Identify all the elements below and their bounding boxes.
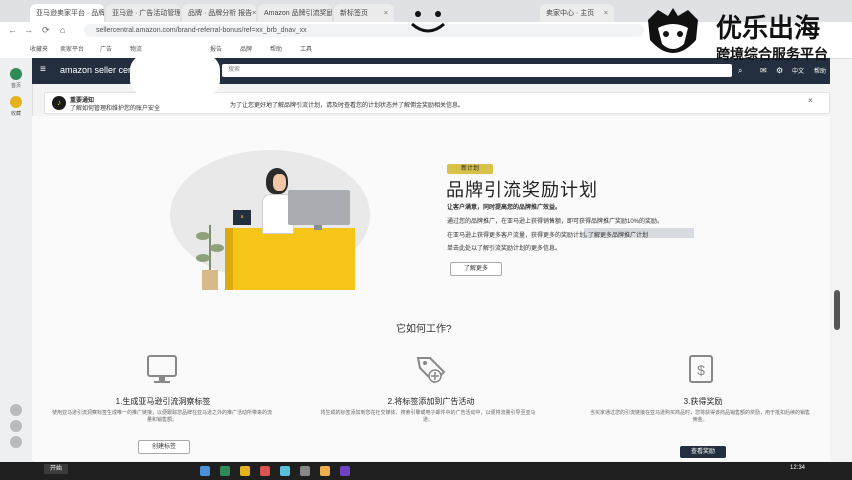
gear-icon[interactable] (10, 404, 22, 416)
star-rail-icon[interactable] (10, 96, 22, 108)
tab-label: 亚马逊 · 广告活动管理 (112, 10, 180, 17)
mail-icon[interactable]: ✉ (760, 66, 767, 75)
step-description: 当买家通过您的引流链接在亚马逊购买商品时，您将获得该商品销售额的奖励，用于抵扣后… (590, 410, 811, 423)
left-rail (0, 58, 33, 462)
desk-edge (225, 228, 233, 290)
app-icon[interactable] (340, 466, 350, 476)
monitor-illustration (288, 190, 350, 225)
learn-more-button[interactable]: 了解更多 (450, 262, 502, 276)
smiley-doodle (411, 11, 445, 33)
close-icon[interactable]: × (604, 10, 608, 17)
monitor-icon (147, 355, 177, 383)
bookmark[interactable]: 帮助 (270, 44, 282, 53)
forward-icon[interactable]: → (24, 25, 33, 35)
menu-icon[interactable]: ≡ (40, 64, 46, 75)
bell-icon: ♪ (52, 96, 66, 110)
home-icon[interactable]: ⌂ (60, 25, 65, 35)
plant-leaf (196, 254, 210, 262)
more-icon[interactable] (10, 436, 22, 448)
gear-icon[interactable]: ⚙ (776, 66, 783, 75)
close-icon[interactable]: × (384, 10, 388, 17)
hero-subtitle: 让客户满意，同时提高您的品牌推广效益。 (447, 205, 562, 211)
lion-logo-icon (648, 8, 698, 53)
tab-label: 新标签页 (340, 10, 368, 17)
bookmark[interactable]: 卖家平台 (60, 44, 84, 53)
folder-icon[interactable] (240, 466, 250, 476)
browser-icon[interactable] (200, 466, 210, 476)
tab-new[interactable]: 新标签页 × (334, 4, 394, 22)
hero-line: 单击此处以了解引流奖励计划的更多信息。 (447, 246, 562, 252)
hero-line: 在亚马逊上获得更多客户流量，获得更多的奖励计划。 (447, 233, 592, 239)
hero-line: 通过您的品牌推广，在亚马逊上获得销售额，即可获得品牌推广奖励10%的奖励。 (447, 219, 664, 225)
bookmark[interactable]: 广告 (100, 44, 112, 53)
svg-text:$: $ (697, 362, 705, 378)
home-rail-icon[interactable] (10, 68, 22, 80)
notice-message: 为了让您更好地了解品牌引流计划，请及时查看您的计划状态并了解佣金奖励相关信息。 (230, 103, 465, 109)
bookmark[interactable]: 物流 (130, 44, 142, 53)
amazon-mug-illustration: a (233, 210, 251, 225)
plant-leaf (210, 244, 224, 252)
tab-label: Amazon 品牌引流奖励 (264, 10, 332, 17)
how-it-works-title: 它如何工作? (396, 324, 452, 335)
tab-home[interactable]: 卖家中心 · 主页 × (540, 4, 614, 22)
app-icon[interactable] (260, 466, 270, 476)
reload-icon[interactable]: ⟳ (42, 25, 50, 36)
help-link[interactable]: 帮助 (814, 66, 826, 75)
header-search-input[interactable]: 搜索 (222, 64, 732, 77)
url-field[interactable]: sellercentral.amazon.com/brand-referral-… (84, 24, 644, 37)
app-icon[interactable] (320, 466, 330, 476)
back-icon[interactable]: ← (8, 25, 17, 35)
monitor-stand (314, 225, 322, 230)
help-icon[interactable] (10, 420, 22, 432)
scrollbar[interactable] (834, 290, 840, 330)
plant-leaf (196, 232, 210, 240)
search-icon[interactable]: ⌕ (738, 66, 742, 76)
notice-line: 了解如何管理和维护您的账户安全 (70, 106, 161, 112)
bookmark[interactable]: 工具 (300, 44, 312, 53)
rail-label: 收藏 (10, 111, 21, 117)
close-icon[interactable]: × (252, 10, 256, 17)
bookmark[interactable]: 收藏夹 (30, 44, 48, 53)
desk-illustration (225, 228, 355, 290)
tab-label: 卖家中心 · 主页 (546, 10, 595, 17)
watermark-subtitle: 跨境综合服务平台 (716, 46, 828, 62)
tab-brand-analytics[interactable]: 品牌 · 品牌分析 报告 × (182, 4, 256, 22)
doodle-face (130, 48, 220, 102)
step-title: 1.生成亚马逊引流洞察标签 (115, 397, 211, 406)
tab-label: 亚马逊卖家平台 · 品牌引流 (36, 10, 104, 17)
step-title: 3.获得奖励 (683, 397, 723, 406)
taskbar-clock: 12:34 (790, 465, 806, 471)
os-taskbar (0, 462, 852, 480)
plant-pot (202, 270, 218, 290)
new-program-badge: 新计划 (447, 164, 493, 174)
rail-label: 首页 (10, 83, 21, 89)
start-button[interactable]: 开始 (44, 464, 68, 474)
step-title: 2.将标签添加到广告活动 (387, 397, 475, 406)
watermark-brand: 优乐出海 (716, 13, 821, 43)
create-tag-button[interactable]: 创建标签 (138, 440, 190, 454)
bookmark[interactable]: 报告 (210, 44, 222, 53)
dollar-icon: $ (689, 355, 713, 383)
tag-add-icon (416, 357, 446, 384)
tab-label: 品牌 · 品牌分析 报告 (188, 10, 253, 17)
hero-title: 品牌引流奖励计划 (446, 180, 598, 200)
bookmark[interactable]: 品牌 (240, 44, 252, 53)
step-description: 使用亚马逊引流洞察标签生成唯一的推广链接，以便跟踪您品牌在亚马逊之外的推广活动所… (52, 410, 273, 423)
hero-highlight-link[interactable]: 了解更多品牌推广计划 (588, 230, 648, 239)
app-icon[interactable] (300, 466, 310, 476)
person-face (273, 174, 286, 191)
view-rewards-button[interactable]: 查看奖励 (680, 446, 726, 458)
tab-brand-referral[interactable]: 亚马逊卖家平台 · 品牌引流× (30, 4, 104, 22)
tab-bonus[interactable]: Amazon 品牌引流奖励× (258, 4, 332, 22)
tab-ads[interactable]: 亚马逊 · 广告活动管理× (106, 4, 180, 22)
language-select[interactable]: 中文 (792, 66, 804, 75)
close-icon[interactable]: × (808, 96, 813, 105)
app-icon[interactable] (280, 466, 290, 476)
app-icon[interactable] (220, 466, 230, 476)
step-description: 将生成的标签添加到您在社交媒体、搜索引擎或电子邮件中的广告活动中，以便将流量引导… (320, 410, 536, 423)
